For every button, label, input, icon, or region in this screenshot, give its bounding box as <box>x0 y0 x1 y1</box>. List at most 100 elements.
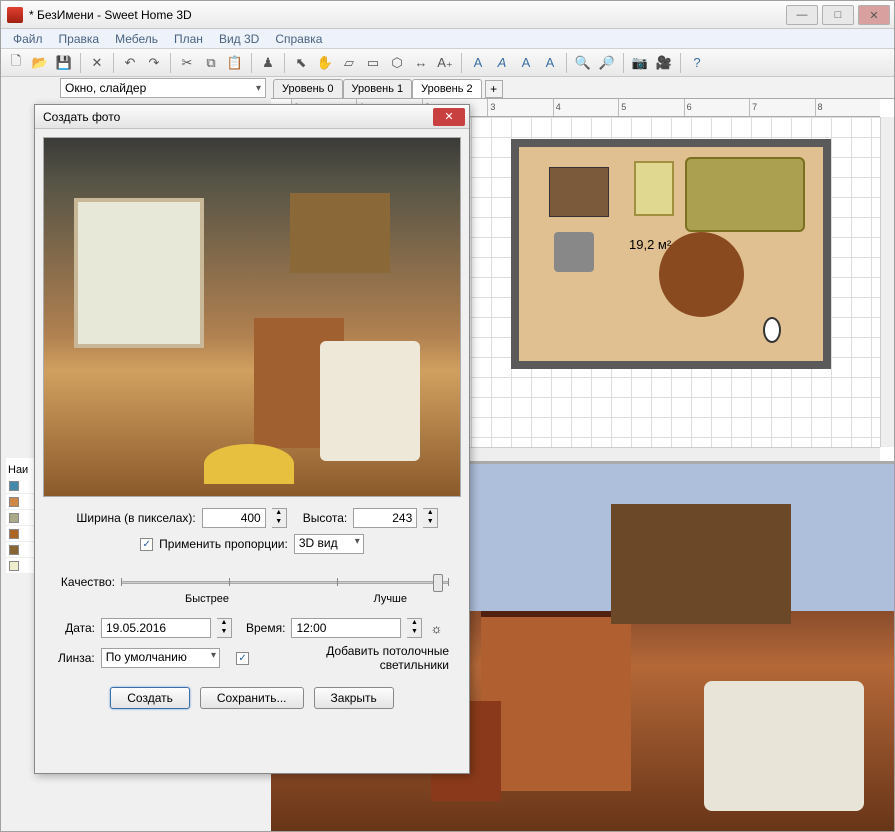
menu-help[interactable]: Справка <box>269 30 328 48</box>
list-item[interactable] <box>6 478 34 494</box>
lens-combo[interactable]: По умолчанию <box>101 648 220 668</box>
date-label: Дата: <box>55 621 95 635</box>
titlebar: * БезИмени - Sweet Home 3D — □ ✕ <box>1 1 894 29</box>
sun-icon[interactable]: ☼ <box>428 620 444 636</box>
undo-icon[interactable]: ↶ <box>119 52 141 74</box>
tab-add-level[interactable]: + <box>485 80 503 98</box>
app-icon <box>7 7 23 23</box>
furniture-list-panel: Наи <box>6 458 34 574</box>
lens-label: Линза: <box>55 651 95 665</box>
menu-plan[interactable]: План <box>168 30 209 48</box>
new-icon[interactable]: 🗋 <box>5 52 27 74</box>
preview-armchair <box>320 341 420 461</box>
text-bold-icon[interactable]: A <box>467 52 489 74</box>
wall-icon[interactable]: ▱ <box>338 52 360 74</box>
list-item[interactable] <box>6 542 34 558</box>
polyline-icon[interactable]: ⬡ <box>386 52 408 74</box>
select-icon[interactable]: ⬉ <box>290 52 312 74</box>
width-label: Ширина (в пикселах): <box>66 511 196 525</box>
create-button[interactable]: Создать <box>110 687 190 709</box>
photo-icon[interactable]: 📷 <box>629 52 651 74</box>
list-item[interactable] <box>6 526 34 542</box>
quality-label: Качество: <box>55 575 115 589</box>
preview-table <box>204 444 294 484</box>
height-spinner[interactable]: ▲▼ <box>423 508 438 528</box>
time-label: Время: <box>246 621 285 635</box>
date-input[interactable] <box>101 618 211 638</box>
height-input[interactable] <box>353 508 417 528</box>
list-item[interactable] <box>6 510 34 526</box>
zoom-out-icon[interactable]: 🔎 <box>596 52 618 74</box>
furniture-table[interactable] <box>659 232 744 317</box>
dialog-close-button[interactable]: ✕ <box>433 108 465 126</box>
cut-icon[interactable]: ✂ <box>176 52 198 74</box>
preview-image <box>44 138 460 496</box>
3d-shelf <box>611 504 791 624</box>
furniture-sofa[interactable] <box>685 157 805 232</box>
width-input[interactable] <box>202 508 266 528</box>
text-italic-icon[interactable]: A <box>491 52 513 74</box>
text-icon[interactable]: A₊ <box>434 52 456 74</box>
furniture-chair[interactable] <box>554 232 594 272</box>
quality-fast-label: Быстрее <box>185 593 229 605</box>
preferences-icon[interactable]: ✕ <box>86 52 108 74</box>
menu-edit[interactable]: Правка <box>53 30 106 48</box>
time-spinner[interactable]: ▲▼ <box>407 618 422 638</box>
date-spinner[interactable]: ▲▼ <box>217 618 232 638</box>
level-tabs: Уровень 0 Уровень 1 Уровень 2 + <box>271 77 894 99</box>
text-size-down-icon[interactable]: A <box>539 52 561 74</box>
width-spinner[interactable]: ▲▼ <box>272 508 287 528</box>
menu-furniture[interactable]: Мебель <box>109 30 164 48</box>
quality-best-label: Лучше <box>373 593 407 605</box>
slider-thumb[interactable] <box>433 574 443 592</box>
dialog-titlebar[interactable]: Создать фото ✕ <box>35 105 469 129</box>
dimension-icon[interactable]: ↔ <box>410 52 432 74</box>
list-item[interactable] <box>6 558 34 574</box>
menu-view3d[interactable]: Вид 3D <box>213 30 265 48</box>
zoom-in-icon[interactable]: 🔍 <box>572 52 594 74</box>
ceiling-lights-checkbox[interactable]: ✓ <box>236 652 249 665</box>
open-icon[interactable]: 📂 <box>29 52 51 74</box>
time-input[interactable] <box>291 618 401 638</box>
video-icon[interactable]: 🎥 <box>653 52 675 74</box>
menubar: Файл Правка Мебель План Вид 3D Справка <box>1 29 894 49</box>
apply-ratio-checkbox[interactable]: ✓ <box>140 538 153 551</box>
dialog-title-label: Создать фото <box>43 110 120 124</box>
room-icon[interactable]: ▭ <box>362 52 384 74</box>
save-icon[interactable]: 💾 <box>53 52 75 74</box>
furniture-armchair[interactable] <box>634 161 674 216</box>
preview-window <box>74 198 204 348</box>
furniture-desk[interactable] <box>549 167 609 217</box>
3d-armchair <box>704 681 864 811</box>
tab-level1[interactable]: Уровень 1 <box>343 79 413 98</box>
copy-icon[interactable]: ⧉ <box>200 52 222 74</box>
add-furniture-icon[interactable]: ♟ <box>257 52 279 74</box>
save-button[interactable]: Сохранить... <box>200 687 304 709</box>
tab-level2[interactable]: Уровень 2 <box>412 79 482 98</box>
furniture-catalog-combo[interactable]: Окно, слайдер <box>60 78 266 98</box>
help-icon[interactable]: ? <box>686 52 708 74</box>
ratio-combo[interactable]: 3D вид <box>294 534 364 554</box>
text-size-up-icon[interactable]: A <box>515 52 537 74</box>
list-item[interactable] <box>6 494 34 510</box>
menu-file[interactable]: Файл <box>7 30 49 48</box>
paste-icon[interactable]: 📋 <box>224 52 246 74</box>
quality-slider[interactable] <box>121 572 449 592</box>
redo-icon[interactable]: ↷ <box>143 52 165 74</box>
apply-ratio-label: Применить пропорции: <box>159 537 288 551</box>
close-button[interactable]: ✕ <box>858 5 890 25</box>
minimize-button[interactable]: — <box>786 5 818 25</box>
camera-icon[interactable] <box>763 317 781 343</box>
pan-icon[interactable]: ✋ <box>314 52 336 74</box>
height-label: Высота: <box>303 511 348 525</box>
plan-scrollbar-v[interactable] <box>880 117 894 447</box>
room-outline[interactable]: 19,2 м² <box>511 139 831 369</box>
ceiling-lights-label: Добавить потолочные светильники <box>255 644 449 672</box>
preview-shelf <box>290 193 390 273</box>
close-dialog-button[interactable]: Закрыть <box>314 687 394 709</box>
tab-level0[interactable]: Уровень 0 <box>273 79 343 98</box>
maximize-button[interactable]: □ <box>822 5 854 25</box>
toolbar-main: 🗋 📂 💾 ✕ ↶ ↷ ✂ ⧉ 📋 ♟ ⬉ ✋ ▱ ▭ ⬡ ↔ A₊ A A A… <box>1 49 894 77</box>
catalog-selected-label: Окно, слайдер <box>65 81 146 95</box>
room-area-label: 19,2 м² <box>629 237 671 252</box>
